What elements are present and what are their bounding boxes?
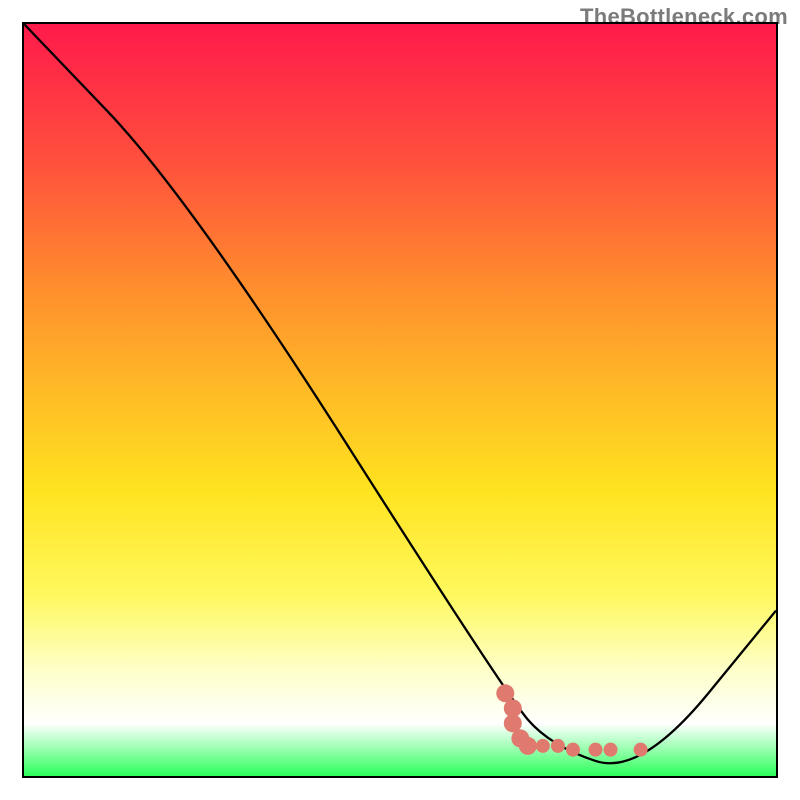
chart-overlay — [24, 24, 776, 776]
highlight-point — [536, 739, 550, 753]
ideal-range-points — [496, 684, 647, 756]
highlight-point — [566, 743, 580, 757]
highlight-point — [519, 737, 537, 755]
highlight-point — [551, 739, 565, 753]
highlight-point — [589, 743, 603, 757]
highlight-point — [634, 743, 648, 757]
plot-area — [22, 22, 778, 778]
highlight-point — [604, 743, 618, 757]
chart-frame: TheBottleneck.com — [0, 0, 800, 800]
bottleneck-curve — [24, 24, 776, 763]
